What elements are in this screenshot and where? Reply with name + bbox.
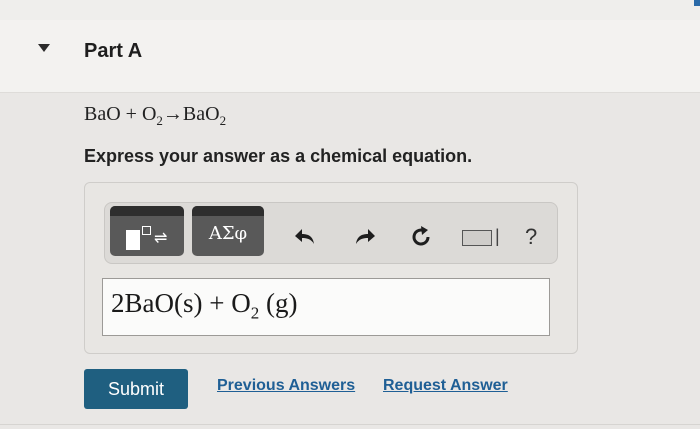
caret-down-icon[interactable]: [38, 44, 50, 52]
product: BaO: [182, 103, 220, 125]
reactant-1: BaO: [84, 103, 121, 125]
answer-input[interactable]: 2BaO(s) + O2 (g): [102, 278, 550, 336]
answer-reactant: 2BaO(s): [111, 288, 203, 318]
part-title: Part A: [84, 40, 143, 62]
answer-state: (g): [265, 288, 298, 318]
greek-symbols-button[interactable]: ΑΣφ: [192, 206, 264, 256]
submit-button[interactable]: Submit: [84, 369, 188, 409]
product-subscript: 2: [219, 113, 227, 128]
redo-icon[interactable]: [352, 226, 376, 248]
greek-symbols-label: ΑΣφ: [208, 223, 248, 244]
instruction-text: Express your answer as a chemical equati…: [84, 146, 473, 166]
corner-accent: [694, 0, 700, 6]
top-strip: [0, 0, 700, 21]
reactant-2: O: [141, 103, 157, 125]
undo-icon[interactable]: [294, 226, 318, 248]
question-plus: +: [125, 103, 137, 125]
bottom-divider: [0, 424, 700, 425]
keyboard-icon[interactable]: [462, 230, 492, 246]
reaction-arrow: →: [162, 103, 183, 125]
templates-button[interactable]: ⇌: [110, 206, 184, 256]
request-answer-link[interactable]: Request Answer: [383, 377, 508, 395]
answer-oxygen: O: [231, 288, 251, 318]
help-icon[interactable]: ?: [525, 224, 537, 250]
equilibrium-arrow-icon: ⇌: [154, 230, 168, 247]
greek-button-bar: [192, 206, 264, 216]
reset-icon[interactable]: [408, 224, 434, 250]
templates-button-bar: [110, 206, 184, 216]
templates-superscript-icon: [142, 226, 151, 235]
answer-equation: 2BaO(s) + O2 (g): [111, 288, 297, 323]
answer-plus: +: [209, 288, 225, 318]
previous-answers-link[interactable]: Previous Answers: [217, 377, 355, 395]
templates-box-icon: [126, 230, 140, 250]
toolbar-separator: |: [495, 226, 500, 246]
answer-oxygen-subscript: 2: [250, 303, 260, 323]
question-equation: BaO + O2→BaO2: [84, 103, 226, 129]
